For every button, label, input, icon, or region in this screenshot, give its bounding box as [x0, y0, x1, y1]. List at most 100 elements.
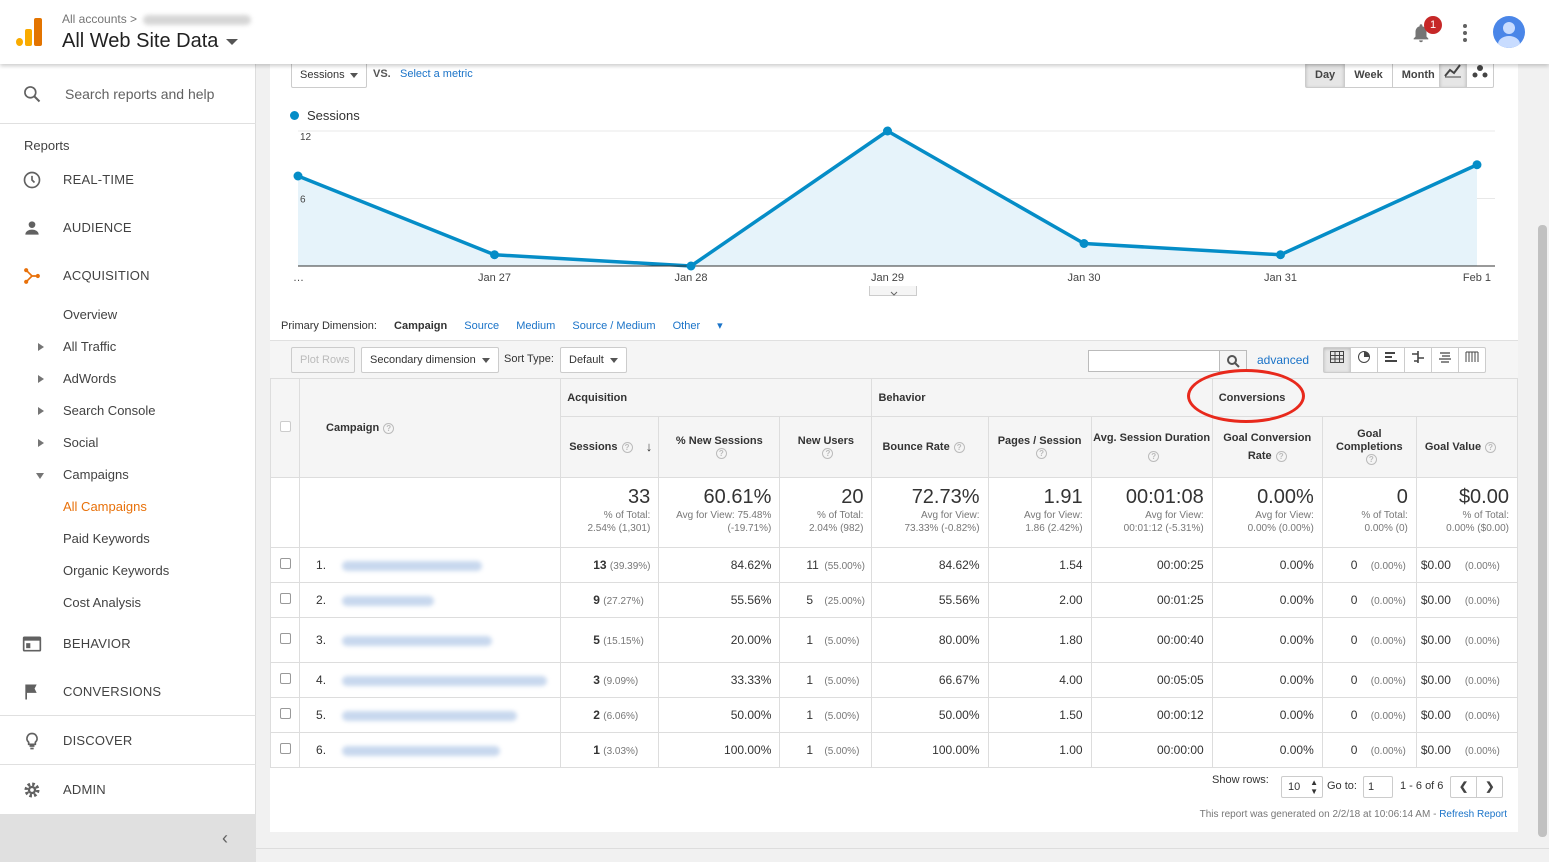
help-icon[interactable]: ? — [953, 441, 965, 453]
help-icon[interactable]: ? — [1036, 447, 1048, 459]
col-pages-session[interactable]: Pages / Session? — [987, 416, 1092, 478]
select-metric-link[interactable]: Select a metric — [400, 68, 473, 80]
col-goal-completions[interactable]: Goal Completions? — [1321, 416, 1417, 478]
dimension-medium[interactable]: Medium — [516, 320, 555, 332]
nav-search-console[interactable]: Search Console — [0, 395, 256, 427]
table-row[interactable]: 2. 9 (27.27%) 55.56% 5 (25.00%) 55.56% 2.00 00:… — [269, 582, 1519, 618]
line-chart-button[interactable] — [1440, 63, 1467, 87]
secondary-dimension-select[interactable]: Secondary dimension — [361, 347, 499, 373]
analytics-logo[interactable] — [16, 18, 42, 46]
col-campaign[interactable]: Campaign? — [299, 378, 562, 478]
nav-cost-analysis[interactable]: Cost Analysis — [0, 587, 256, 619]
row-checkbox[interactable] — [279, 593, 291, 604]
total-sub: Avg for View: — [920, 510, 980, 521]
month-button[interactable]: Month — [1393, 63, 1444, 87]
row-checkbox[interactable] — [279, 708, 291, 719]
metric-select[interactable]: Sessions — [291, 62, 367, 88]
week-button[interactable]: Week — [1345, 63, 1393, 87]
col-sessions[interactable]: Sessions? ↓ — [560, 416, 660, 478]
comparison-view-button[interactable] — [1405, 348, 1432, 372]
advanced-filter-link[interactable]: advanced — [1257, 353, 1309, 367]
dimension-campaign[interactable]: Campaign — [394, 320, 447, 332]
table-row[interactable]: 3. 5 (15.15%) 20.00% 1 (5.00%) 80.00% 1.80 00:0… — [269, 617, 1519, 663]
help-icon[interactable]: ? — [1365, 454, 1377, 466]
help-icon[interactable]: ? — [621, 441, 633, 453]
help-icon[interactable]: ? — [1485, 441, 1497, 453]
nav-overview[interactable]: Overview — [0, 299, 256, 331]
pivot-view-button[interactable] — [1459, 348, 1485, 372]
nav-audience[interactable]: AUDIENCE — [0, 204, 256, 252]
row-checkbox[interactable] — [279, 558, 291, 569]
col-bounce-rate[interactable]: Bounce Rate? — [871, 416, 989, 478]
gc-value: 0 — [1350, 633, 1358, 647]
nav-discover[interactable]: DISCOVER — [0, 717, 256, 765]
campaign-link-redacted[interactable] — [342, 561, 483, 572]
campaign-link-redacted[interactable] — [342, 711, 518, 722]
table-row[interactable]: 1. 13 (39.39%) 84.62% 11 (55.00%) 84.62% 1.54 0… — [269, 547, 1519, 583]
row-checkbox[interactable] — [279, 673, 291, 684]
nav-behavior[interactable]: BEHAVIOR — [0, 620, 256, 668]
scrollbar[interactable] — [1538, 225, 1547, 837]
campaign-link-redacted[interactable] — [342, 636, 493, 647]
nav-social[interactable]: Social — [0, 427, 256, 459]
day-button[interactable]: Day — [1306, 63, 1346, 87]
nav-adwords[interactable]: AdWords — [0, 363, 256, 395]
col-goal-value[interactable]: Goal Value? — [1415, 416, 1519, 478]
refresh-report-link[interactable]: Refresh Report — [1439, 809, 1507, 820]
campaign-link-redacted[interactable] — [342, 746, 501, 757]
gcr-cell: 0.00% — [1211, 732, 1323, 768]
sort-type-select[interactable]: Default — [560, 347, 627, 373]
dimension-other[interactable]: Other ▾ — [673, 320, 723, 332]
nav-realtime[interactable]: REAL-TIME — [0, 156, 256, 204]
view-selector[interactable]: All Web Site Data — [62, 30, 239, 53]
dimension-source[interactable]: Source — [464, 320, 499, 332]
table-filter-input[interactable] — [1088, 350, 1220, 372]
legend-dot — [290, 111, 299, 120]
search-box[interactable]: Search reports and help — [0, 64, 256, 124]
avatar[interactable] — [1493, 16, 1525, 48]
select-all-checkbox[interactable] — [279, 421, 291, 432]
col-goal-conversion-rate[interactable]: Goal Conversion Rate? — [1211, 416, 1323, 478]
next-page-button[interactable]: ❯ — [1477, 777, 1502, 797]
nav-all-traffic[interactable]: All Traffic — [0, 331, 256, 363]
chart-resize-handle[interactable] — [869, 286, 917, 296]
plot-rows-button[interactable]: Plot Rows — [291, 347, 355, 373]
nav-conversions[interactable]: CONVERSIONS — [0, 668, 256, 716]
row-checkbox[interactable] — [279, 743, 291, 754]
more-vert-icon[interactable] — [1462, 24, 1468, 45]
table-row[interactable]: 6. 1 (3.03%) 100.00% 1 (5.00%) 100.00% 1.00 00:… — [269, 732, 1519, 768]
new-users-value: 5 — [806, 593, 814, 607]
collapse-sidebar-button[interactable]: ‹ — [0, 814, 256, 862]
campaign-link-redacted[interactable] — [342, 676, 548, 687]
nav-organic-keywords[interactable]: Organic Keywords — [0, 555, 256, 587]
breadcrumb[interactable]: All accounts > — [62, 12, 252, 26]
help-icon[interactable]: ? — [1148, 450, 1160, 462]
table-row[interactable]: 5. 2 (6.06%) 50.00% 1 (5.00%) 50.00% 1.50 00:00… — [269, 697, 1519, 733]
term-cloud-icon — [1439, 352, 1451, 363]
nav-paid-keywords[interactable]: Paid Keywords — [0, 523, 256, 555]
col-avg-duration[interactable]: Avg. Session Duration? — [1090, 416, 1213, 478]
row-checkbox[interactable] — [279, 633, 291, 644]
help-icon[interactable]: ? — [383, 422, 395, 434]
table-row[interactable]: 4. 3 (9.09%) 33.33% 1 (5.00%) 66.67% 4.00 00:05… — [269, 662, 1519, 698]
help-icon[interactable]: ? — [822, 447, 834, 459]
col-new-sessions[interactable]: % New Sessions? — [658, 416, 781, 478]
x-tick-label: Feb 1 — [1463, 272, 1491, 284]
nav-campaigns[interactable]: Campaigns — [0, 459, 256, 491]
col-new-users[interactable]: New Users? — [779, 416, 873, 478]
help-icon[interactable]: ? — [1275, 450, 1287, 462]
nav-all-campaigns[interactable]: All Campaigns — [0, 491, 256, 523]
dimension-source-medium[interactable]: Source / Medium — [572, 320, 655, 332]
prev-page-button[interactable]: ❮ — [1451, 777, 1478, 797]
goto-page-input[interactable]: 1 — [1363, 776, 1393, 798]
motion-chart-button[interactable] — [1467, 63, 1493, 87]
nav-acquisition[interactable]: ACQUISITION — [0, 252, 256, 300]
nav-admin[interactable]: ADMIN — [0, 766, 256, 814]
help-icon[interactable]: ? — [715, 447, 727, 459]
campaign-link-redacted[interactable] — [342, 596, 435, 607]
term-cloud-button[interactable] — [1432, 348, 1459, 372]
pie-view-button[interactable] — [1351, 348, 1378, 372]
performance-view-button[interactable] — [1378, 348, 1405, 372]
data-view-button[interactable] — [1324, 348, 1351, 372]
show-rows-select[interactable]: 10 ▲ ▼ — [1281, 776, 1323, 798]
